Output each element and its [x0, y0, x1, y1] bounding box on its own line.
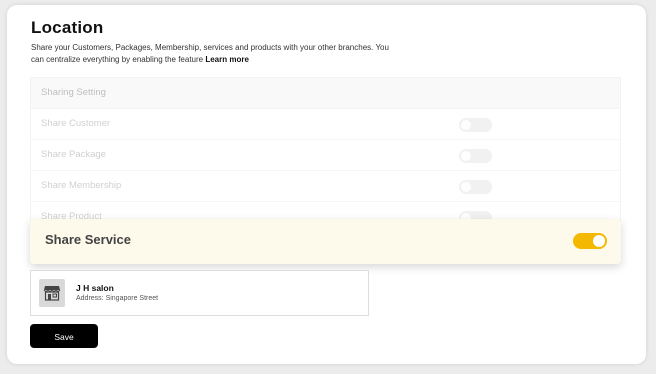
- share-package-label: Share Package: [41, 149, 106, 160]
- branch-address: Address: Singapore Street: [76, 295, 159, 302]
- share-customer-toggle[interactable]: [459, 118, 492, 132]
- share-customer-row: Share Customer: [31, 109, 620, 140]
- branch-name: J H salon: [76, 283, 114, 293]
- share-customer-label: Share Customer: [41, 118, 111, 129]
- toggle-knob: [461, 151, 471, 161]
- share-package-row: Share Package: [31, 140, 620, 171]
- learn-more-link[interactable]: Learn more: [205, 55, 249, 64]
- share-package-toggle[interactable]: [459, 149, 492, 163]
- share-membership-label: Share Membership: [41, 180, 122, 191]
- share-service-label: Share Service: [45, 232, 132, 247]
- share-service-toggle[interactable]: [573, 233, 607, 249]
- toggle-knob: [461, 182, 471, 192]
- page-title: Location: [31, 18, 104, 37]
- save-button[interactable]: Save: [30, 324, 98, 348]
- share-membership-row: Share Membership: [31, 171, 620, 202]
- store-icon: [39, 279, 65, 307]
- sharing-settings-header: Sharing Setting: [31, 78, 620, 109]
- share-membership-toggle[interactable]: [459, 180, 492, 194]
- page-description: Share your Customers, Packages, Membersh…: [31, 42, 391, 66]
- branch-card[interactable]: J H salon Address: Singapore Street: [30, 270, 369, 316]
- share-service-row: Share Service: [30, 219, 621, 264]
- sharing-settings-table: Sharing Setting Share Customer Share Pac…: [30, 77, 621, 222]
- toggle-knob: [461, 120, 471, 130]
- toggle-knob: [593, 235, 605, 247]
